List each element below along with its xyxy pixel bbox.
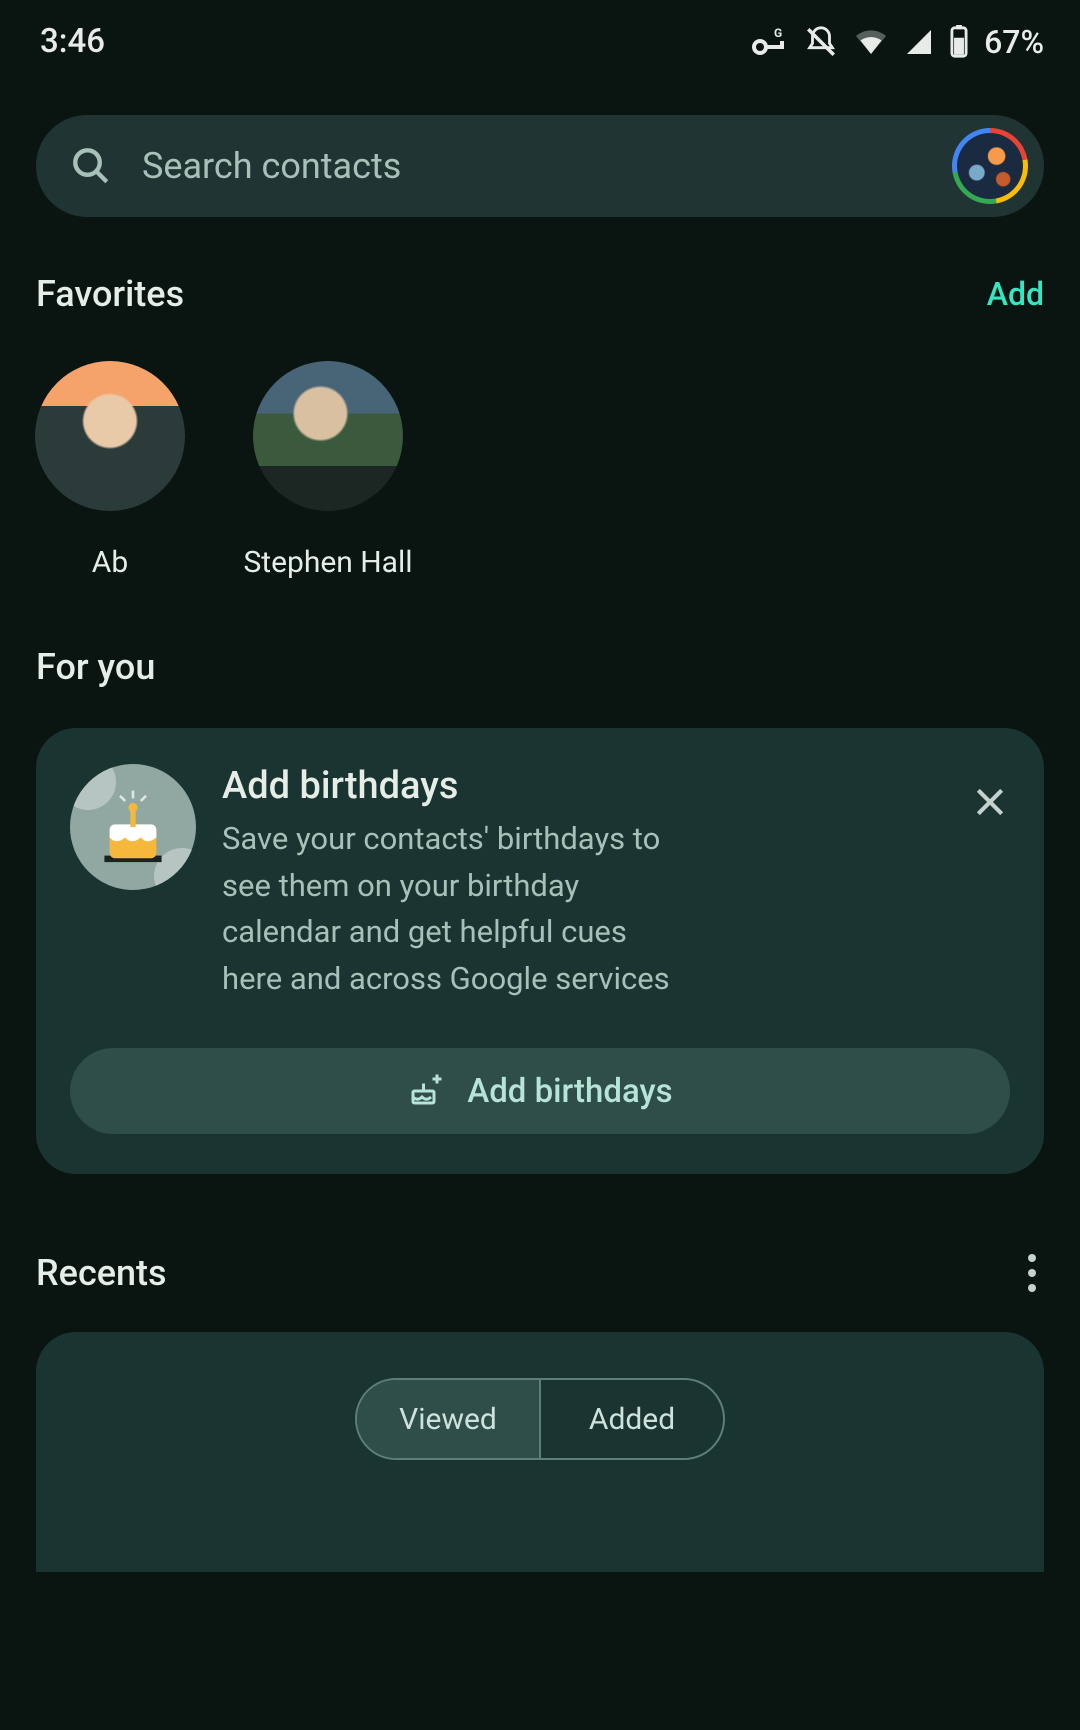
account-avatar[interactable] xyxy=(952,128,1028,204)
favorites-add-button[interactable]: Add xyxy=(987,275,1044,313)
birthday-cake-icon xyxy=(70,764,196,890)
for-you-title: For you xyxy=(36,646,155,688)
favorites-title: Favorites xyxy=(36,273,184,315)
close-card-button[interactable] xyxy=(970,782,1010,822)
vpn-key-icon: G xyxy=(750,27,790,57)
card-description: Save your contacts' birthdays to see the… xyxy=(222,816,682,1002)
status-bar: 3:46 G 67% xyxy=(0,0,1080,79)
recents-card: Viewed Added xyxy=(36,1332,1044,1572)
card-title: Add birthdays xyxy=(222,764,960,808)
battery-icon xyxy=(948,25,970,59)
favorite-contact[interactable]: Stephen Hall xyxy=(254,361,402,580)
search-placeholder: Search contacts xyxy=(142,145,952,187)
favorites-header: Favorites Add xyxy=(36,273,1044,315)
add-birthdays-card: Add birthdays Save your contacts' birthd… xyxy=(36,728,1044,1174)
recents-title: Recents xyxy=(36,1252,167,1294)
favorite-name: Ab xyxy=(92,545,128,580)
recents-header: Recents xyxy=(36,1246,1044,1300)
status-time: 3:46 xyxy=(40,22,105,61)
for-you-header: For you xyxy=(36,646,1044,688)
tab-viewed[interactable]: Viewed xyxy=(357,1380,539,1458)
dnd-icon xyxy=(804,25,838,59)
svg-text:G: G xyxy=(774,27,782,40)
recents-segmented-control: Viewed Added xyxy=(355,1378,725,1460)
add-birthdays-button[interactable]: Add birthdays xyxy=(70,1048,1010,1134)
search-icon xyxy=(70,145,112,187)
search-bar[interactable]: Search contacts xyxy=(36,115,1044,217)
recents-more-button[interactable] xyxy=(1020,1246,1044,1300)
tab-added[interactable]: Added xyxy=(539,1380,723,1458)
wifi-icon xyxy=(852,27,890,57)
avatar xyxy=(253,361,403,511)
favorite-contact[interactable]: Ab xyxy=(36,361,184,580)
cake-plus-icon xyxy=(407,1073,443,1109)
status-icons: G 67% xyxy=(750,23,1044,61)
favorite-name: Stephen Hall xyxy=(243,545,412,580)
add-birthdays-button-label: Add birthdays xyxy=(467,1072,672,1111)
favorites-list: Ab Stephen Hall xyxy=(36,361,1080,580)
avatar xyxy=(35,361,185,511)
cell-signal-icon xyxy=(904,27,934,57)
battery-percent: 67% xyxy=(984,23,1044,61)
